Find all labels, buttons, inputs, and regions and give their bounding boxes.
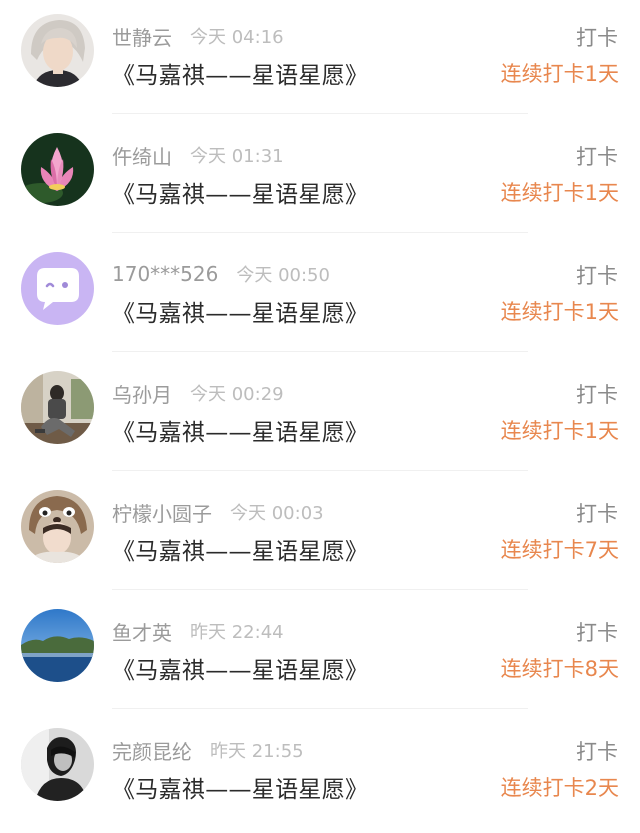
dark-portrait-avatar[interactable]	[21, 728, 94, 801]
checkin-row[interactable]: 仵绮山 今天 01:31 《马嘉祺——星语星愿》 打卡 连续打卡1天	[0, 119, 640, 238]
username[interactable]: 完颜昆纶	[112, 736, 192, 765]
divider	[112, 589, 528, 590]
row-meta: 世静云 今天 04:16	[112, 22, 284, 50]
username[interactable]: 170***526	[112, 262, 218, 286]
checkin-row[interactable]: 完颜昆纶 昨天 21:55 《马嘉祺——星语星愿》 打卡 连续打卡2天	[0, 714, 640, 833]
row-meta: 柠檬小圆子 今天 00:03	[112, 498, 324, 526]
timestamp: 今天 00:03	[230, 503, 324, 524]
book-title[interactable]: 《马嘉祺——星语星愿》	[112, 413, 368, 447]
timestamp: 昨天 21:55	[210, 741, 304, 762]
plush-hat-girl-avatar[interactable]	[21, 490, 94, 563]
row-meta: 鱼才英 昨天 22:44	[112, 617, 284, 645]
checkin-row[interactable]: 乌孙月 今天 00:29 《马嘉祺——星语星愿》 打卡 连续打卡1天	[0, 357, 640, 476]
row-meta: 仵绮山 今天 01:31	[112, 141, 284, 169]
divider	[112, 470, 528, 471]
checkin-list: 世静云 今天 04:16 《马嘉祺——星语星愿》 打卡 连续打卡1天 仵绮山 今…	[0, 0, 640, 823]
timestamp: 昨天 22:44	[190, 622, 284, 643]
checkin-tag: 打卡	[576, 145, 618, 169]
row-meta: 乌孙月 今天 00:29	[112, 379, 284, 407]
username[interactable]: 柠檬小圆子	[112, 498, 212, 527]
timestamp: 今天 00:50	[236, 265, 330, 286]
streak-label: 连续打卡2天	[500, 776, 619, 800]
book-title[interactable]: 《马嘉祺——星语星愿》	[112, 651, 368, 685]
checkin-row[interactable]: 鱼才英 昨天 22:44 《马嘉祺——星语星愿》 打卡 连续打卡8天	[0, 595, 640, 714]
username[interactable]: 世静云	[112, 22, 172, 51]
sitting-man-avatar[interactable]	[21, 371, 94, 444]
book-title[interactable]: 《马嘉祺——星语星愿》	[112, 294, 368, 328]
chat-bubble-avatar[interactable]	[21, 252, 94, 325]
divider	[112, 232, 528, 233]
timestamp: 今天 00:29	[190, 384, 284, 405]
timestamp: 今天 01:31	[190, 146, 284, 167]
checkin-row[interactable]: 世静云 今天 04:16 《马嘉祺——星语星愿》 打卡 连续打卡1天	[0, 0, 640, 119]
divider	[112, 351, 528, 352]
man-portrait-avatar[interactable]	[21, 14, 94, 87]
row-meta: 170***526 今天 00:50	[112, 260, 330, 288]
streak-label: 连续打卡8天	[500, 657, 619, 681]
checkin-tag: 打卡	[576, 26, 618, 50]
sea-landscape-avatar[interactable]	[21, 609, 94, 682]
checkin-row[interactable]: 柠檬小圆子 今天 00:03 《马嘉祺——星语星愿》 打卡 连续打卡7天	[0, 476, 640, 595]
checkin-row[interactable]: 170***526 今天 00:50 《马嘉祺——星语星愿》 打卡 连续打卡1天	[0, 238, 640, 357]
checkin-tag: 打卡	[576, 502, 618, 526]
streak-label: 连续打卡1天	[500, 62, 619, 86]
book-title[interactable]: 《马嘉祺——星语星愿》	[112, 175, 368, 209]
divider	[112, 708, 528, 709]
checkin-tag: 打卡	[576, 740, 618, 764]
username[interactable]: 鱼才英	[112, 617, 172, 646]
username[interactable]: 乌孙月	[112, 379, 172, 408]
book-title[interactable]: 《马嘉祺——星语星愿》	[112, 56, 368, 90]
row-meta: 完颜昆纶 昨天 21:55	[112, 736, 304, 764]
checkin-tag: 打卡	[576, 621, 618, 645]
streak-label: 连续打卡7天	[500, 538, 619, 562]
divider	[112, 113, 528, 114]
timestamp: 今天 04:16	[190, 27, 284, 48]
streak-label: 连续打卡1天	[500, 300, 619, 324]
streak-label: 连续打卡1天	[500, 419, 619, 443]
lotus-flower-avatar[interactable]	[21, 133, 94, 206]
book-title[interactable]: 《马嘉祺——星语星愿》	[112, 770, 368, 804]
checkin-tag: 打卡	[576, 264, 618, 288]
book-title[interactable]: 《马嘉祺——星语星愿》	[112, 532, 368, 566]
checkin-tag: 打卡	[576, 383, 618, 407]
streak-label: 连续打卡1天	[500, 181, 619, 205]
username[interactable]: 仵绮山	[112, 141, 172, 170]
